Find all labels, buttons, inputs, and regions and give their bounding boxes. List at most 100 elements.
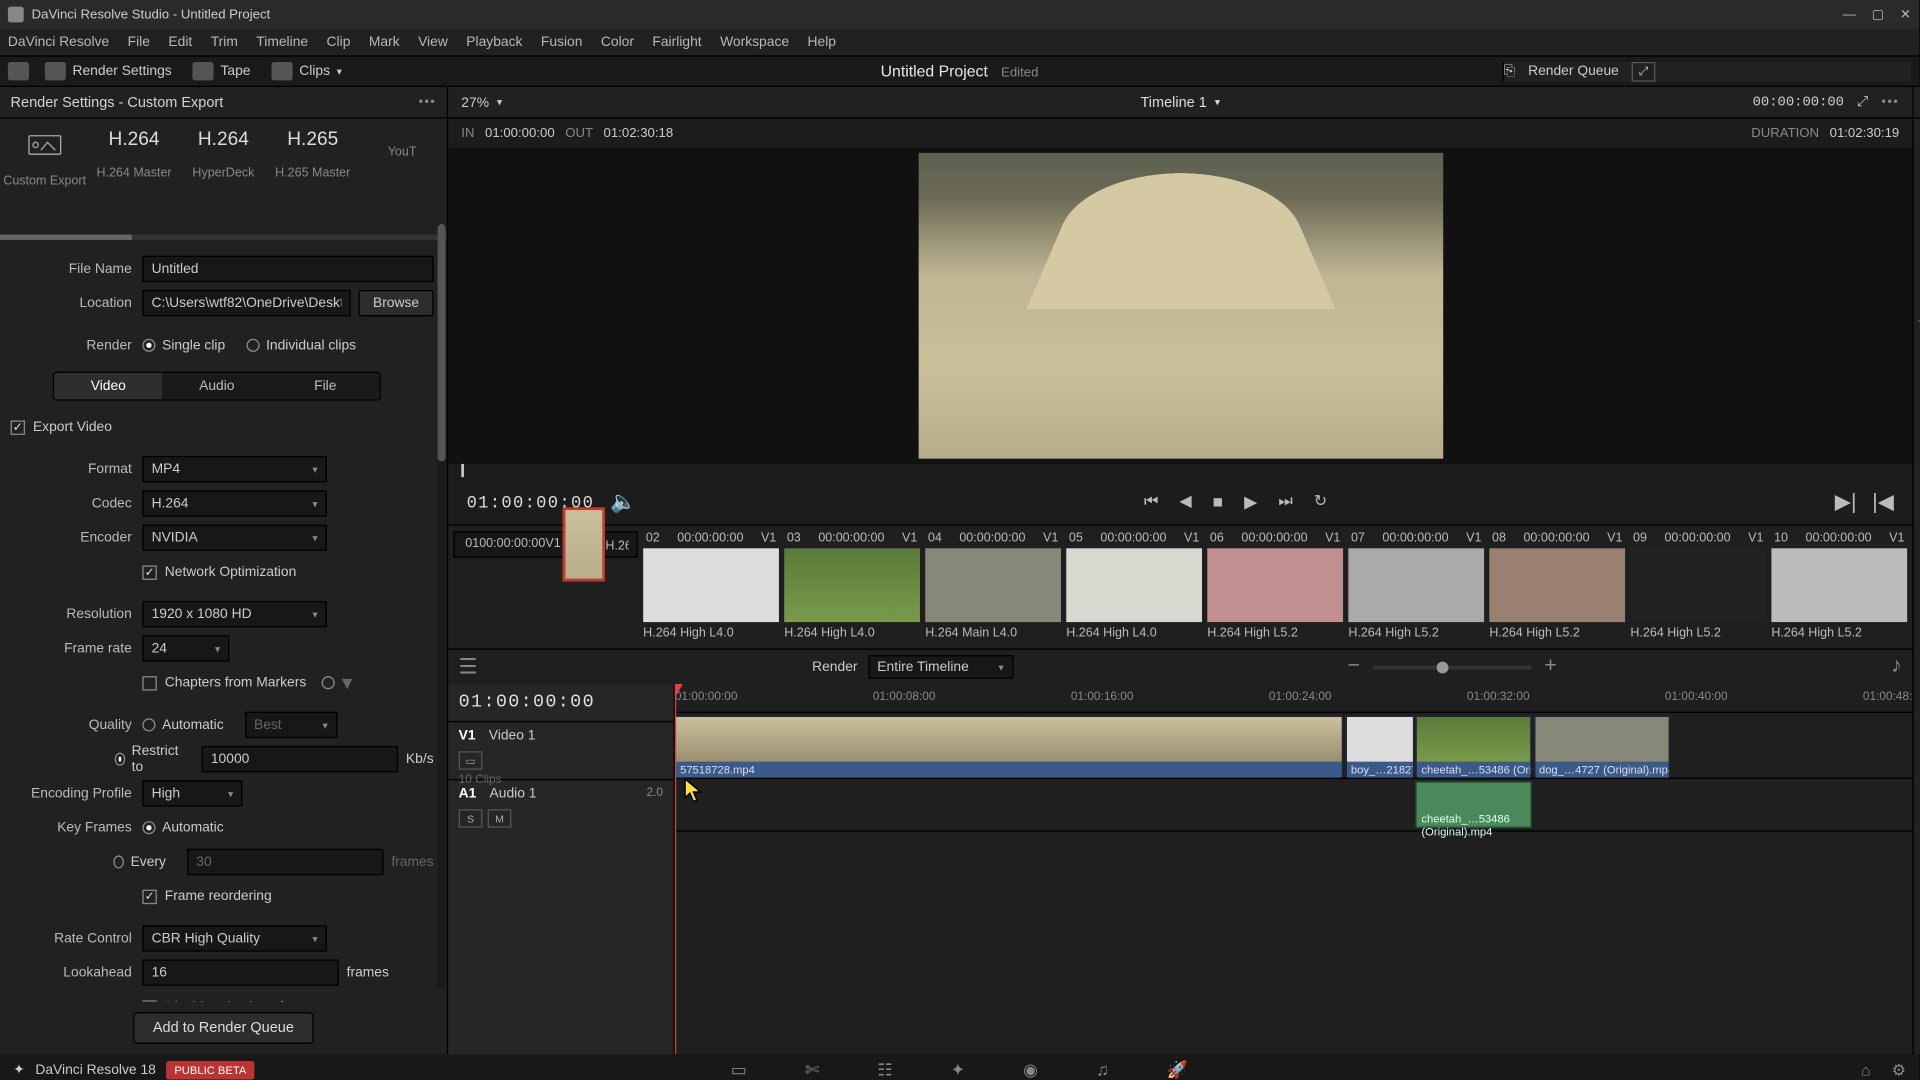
queue-item-01[interactable]: 0100:00:00:00V1H.264 Main L4.2: [453, 531, 638, 557]
render-queue-icon[interactable]: ⎘: [1504, 63, 1515, 80]
play-icon[interactable]: ▶: [1244, 492, 1257, 513]
first-frame-icon[interactable]: ⏮: [1144, 492, 1158, 513]
video-clip[interactable]: 57518728.mp4: [675, 716, 1343, 775]
menu-edit[interactable]: Edit: [168, 34, 192, 50]
tab-file[interactable]: File: [271, 373, 380, 399]
audio-track[interactable]: cheetah_…53486 (Original).mp4: [675, 779, 1913, 832]
location-input[interactable]: [142, 290, 350, 316]
render-range-select[interactable]: Entire Timeline▾: [868, 655, 1013, 679]
maximize-icon[interactable]: ▢: [1872, 7, 1884, 21]
timeline-ruler[interactable]: 01:00:00:0001:00:08:0001:00:16:0001:00:2…: [675, 684, 1913, 713]
project-settings-icon[interactable]: ⚙: [1892, 1061, 1906, 1079]
queue-item-06[interactable]: 0600:00:00:00V1H.264 High L5.2: [1207, 531, 1343, 640]
solo-button[interactable]: S: [459, 809, 483, 827]
chapters-check[interactable]: [142, 675, 156, 689]
zoom-out-icon[interactable]: −: [1348, 655, 1360, 679]
color-page-icon[interactable]: ◉: [1023, 1060, 1038, 1080]
stop-icon[interactable]: ■: [1213, 492, 1223, 513]
viewer-menu-icon[interactable]: •••: [1881, 95, 1899, 109]
deliver-page-icon[interactable]: 🚀: [1167, 1060, 1188, 1080]
add-to-queue-button[interactable]: Add to Render Queue: [133, 1012, 314, 1044]
render-settings-button[interactable]: Render Settings: [45, 62, 172, 80]
queue-item-07[interactable]: 0700:00:00:00V1H.264 High L5.2: [1348, 531, 1484, 640]
disable-adaptive-i-check[interactable]: [142, 1000, 156, 1002]
preset-3[interactable]: H.265H.265 Master: [268, 129, 357, 234]
menu-color[interactable]: Color: [601, 34, 634, 50]
menu-playback[interactable]: Playback: [466, 34, 522, 50]
playhead[interactable]: [675, 684, 676, 1054]
queue-item-05[interactable]: 0500:00:00:00V1H.264 High L4.0: [1066, 531, 1202, 640]
loop-icon[interactable]: ↻: [1314, 492, 1327, 513]
minimize-icon[interactable]: —: [1843, 7, 1856, 21]
timeline-opts-icon[interactable]: ☰: [459, 654, 478, 680]
rate-control-select[interactable]: CBR High Quality▾: [142, 925, 327, 951]
lookahead-input[interactable]: [142, 960, 338, 986]
audio-clip[interactable]: cheetah_…53486 (Original).mp4: [1416, 782, 1531, 828]
tab-video[interactable]: Video: [54, 373, 163, 399]
resolution-select[interactable]: 1920 x 1080 HD▾: [142, 601, 327, 627]
zoom-in-icon[interactable]: +: [1544, 655, 1556, 679]
menu-view[interactable]: View: [418, 34, 448, 50]
quality-restrict-radio[interactable]: [114, 753, 125, 766]
menu-timeline[interactable]: Timeline: [256, 34, 308, 50]
menu-fusion[interactable]: Fusion: [541, 34, 583, 50]
menu-help[interactable]: Help: [808, 34, 836, 50]
encoding-profile-select[interactable]: High▾: [142, 780, 242, 806]
single-clip-radio[interactable]: [142, 339, 155, 352]
preset-0[interactable]: Custom Export: [0, 129, 89, 234]
full-screen-icon[interactable]: [8, 62, 29, 80]
prev-clip-icon[interactable]: |◀: [1872, 489, 1894, 515]
close-icon[interactable]: ✕: [1900, 7, 1911, 21]
queue-item-08[interactable]: 0800:00:00:00V1H.264 High L5.2: [1489, 531, 1625, 640]
video-clip[interactable]: boy_…21827 (Original)…: [1346, 716, 1414, 775]
menu-trim[interactable]: Trim: [211, 34, 238, 50]
settings-scrollbar[interactable]: [438, 224, 446, 988]
tab-audio[interactable]: Audio: [163, 373, 272, 399]
timeline-tracks[interactable]: 01:00:00:0001:00:08:0001:00:16:0001:00:2…: [675, 684, 1913, 1054]
bitrate-input[interactable]: [202, 746, 398, 772]
next-clip-icon[interactable]: ▶|: [1835, 489, 1857, 515]
export-video-check[interactable]: ✓: [11, 420, 25, 434]
video-track-header[interactable]: V1Video 1 ▭ 10 Clips: [448, 721, 673, 779]
preset-2[interactable]: H.264HyperDeck: [179, 129, 268, 234]
fairlight-page-icon[interactable]: ♫: [1096, 1060, 1109, 1080]
audio-track-header[interactable]: A1Audio 12.0 SM: [448, 779, 673, 832]
queue-item-03[interactable]: 0300:00:00:00V1H.264 High L4.0: [784, 531, 920, 640]
scrub-bar[interactable]: [461, 464, 1899, 480]
panel-menu-icon[interactable]: •••: [418, 95, 436, 109]
render-queue-button[interactable]: Render Queue: [1528, 63, 1619, 79]
video-clip[interactable]: cheetah_…53486 (Original).mp4: [1416, 716, 1531, 775]
menu-file[interactable]: File: [128, 34, 150, 50]
viewer-expand-icon[interactable]: ⤢: [1857, 94, 1868, 111]
queue-item-10[interactable]: 1000:00:00:00V1H.264 High L5.2: [1771, 531, 1907, 640]
queue-item-04[interactable]: 0400:00:00:00V1H.264 Main L4.0: [925, 531, 1061, 640]
preset-1[interactable]: H.264H.264 Master: [89, 129, 178, 234]
zoom-select[interactable]: 27%▾: [461, 94, 502, 110]
tape-button[interactable]: Tape: [193, 62, 251, 80]
encoder-select[interactable]: NVIDIA▾: [142, 525, 327, 551]
cut-page-icon[interactable]: ✄: [805, 1060, 819, 1080]
quality-auto-radio[interactable]: [142, 718, 155, 731]
queue-item-02[interactable]: 0200:00:00:00V1H.264 High L4.0: [643, 531, 779, 640]
menu-clip[interactable]: Clip: [327, 34, 351, 50]
media-page-icon[interactable]: ▭: [731, 1060, 747, 1080]
kf-auto-radio[interactable]: [142, 821, 155, 834]
step-back-icon[interactable]: ◀: [1179, 492, 1191, 513]
queue-item-09[interactable]: 0900:00:00:00V1H.264 High L5.2: [1630, 531, 1766, 640]
clips-button[interactable]: Clips ▾: [272, 62, 342, 80]
fusion-page-icon[interactable]: ✦: [951, 1060, 965, 1080]
menu-workspace[interactable]: Workspace: [720, 34, 789, 50]
menu-fairlight[interactable]: Fairlight: [652, 34, 701, 50]
codec-select[interactable]: H.264▾: [142, 490, 327, 516]
viewer[interactable]: [448, 148, 1912, 464]
browse-button[interactable]: Browse: [358, 290, 433, 316]
file-name-input[interactable]: [142, 256, 433, 282]
kf-every-radio[interactable]: [113, 855, 124, 868]
home-icon[interactable]: ⌂: [1861, 1061, 1871, 1079]
framerate-select[interactable]: 24▾: [142, 635, 229, 661]
preset-4[interactable]: YouT: [357, 129, 446, 234]
netopt-check[interactable]: ✓: [142, 565, 156, 579]
frame-reorder-check[interactable]: ✓: [142, 889, 156, 903]
menu-davinci-resolve[interactable]: DaVinci Resolve: [8, 34, 109, 50]
preset-scrollbar[interactable]: [0, 235, 447, 240]
